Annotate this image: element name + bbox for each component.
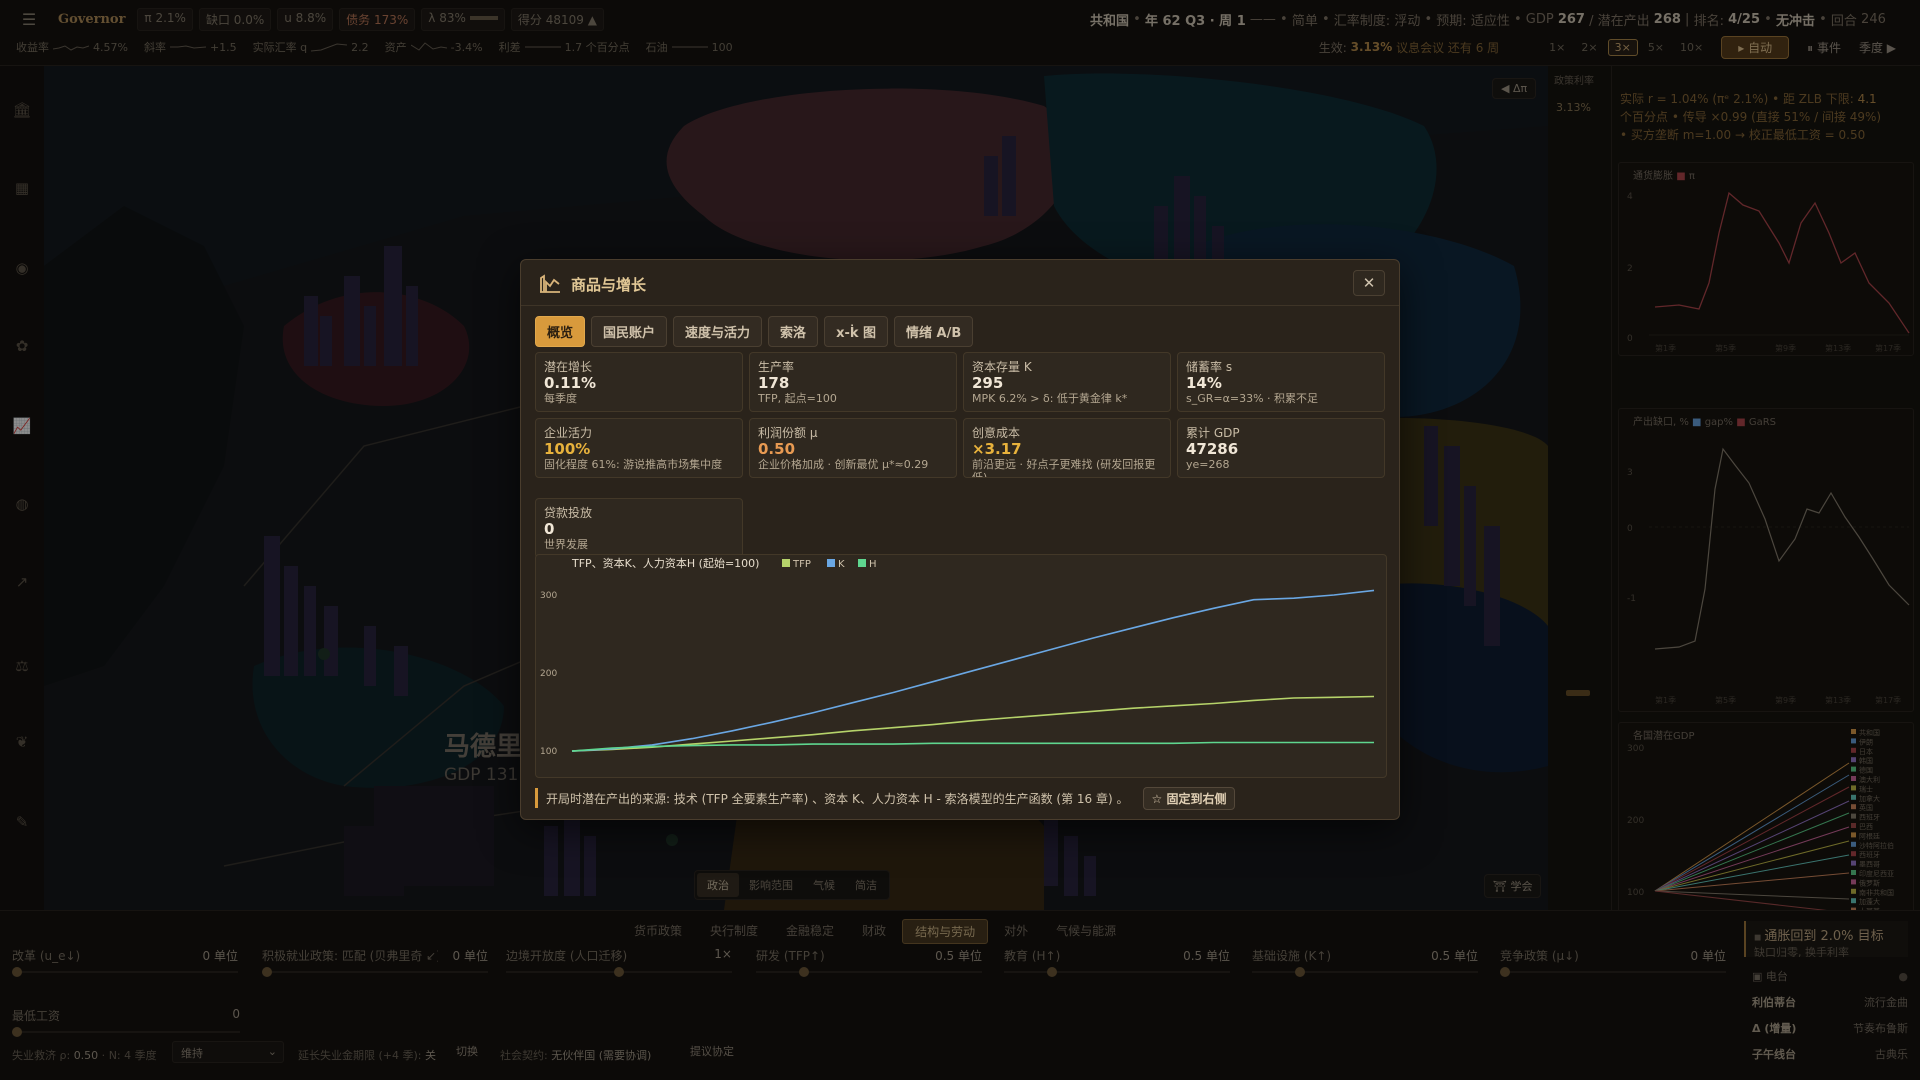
metric-card: 创意成本 ×3.17 前沿更远 · 好点子更难找 (研发回报更低) [963,418,1171,478]
metric-value: 0.50 [758,440,796,458]
y-tick-label: 100 [540,747,557,757]
y-tick-label: 300 [540,591,557,601]
modal-title: 商品与增长 [571,276,647,294]
legend-swatch-k [827,559,835,567]
legend-label-tfp: TFP [792,559,811,570]
metric-label: 储蓄率 s [1186,360,1233,374]
metric-label: 创意成本 [972,426,1021,440]
metric-card: 生产率 178 TFP, 起点=100 [749,352,957,412]
metric-value: 14% [1186,374,1222,392]
growth-factors-plot: TFP、资本K、人力资本H (起始=100) TFP K H 100 200 300 [540,556,1375,757]
metric-sub: 每季度 [544,392,577,405]
metric-sub: s_GR=α=33% · 积累不足 [1186,392,1319,405]
pin-right-button[interactable]: ☆ 固定到右侧 [1142,786,1236,810]
metric-card: 贷款投放 0 世界发展 [535,498,743,558]
modal-tabs: 概览 国民账户 速度与活力 索洛 x-k̇ 图情绪 A/B [535,316,979,347]
legend-swatch-tfp [782,559,790,567]
modal-header: 商品与增长 ✕ [521,260,1399,306]
metric-sub: 世界发展 [544,538,588,551]
metric-label: 生产率 [758,360,795,374]
y-tick-label: 200 [540,669,557,679]
metric-value: 178 [758,374,790,392]
close-icon[interactable]: ✕ [1353,270,1385,296]
metric-sub: 企业价格加成 · 创新最优 μ*≈0.29 [758,458,929,471]
metric-sub: 固化程度 61%: 游说推高市场集中度 [544,458,723,471]
metric-label: 企业活力 [544,426,593,440]
factory-chart-icon [539,272,561,294]
growth-factors-chart: TFP、资本K、人力资本H (起始=100) TFP K H 100 200 300 [535,554,1387,778]
metric-card: 利润份额 μ 0.50 企业价格加成 · 创新最优 μ*≈0.29 [749,418,957,478]
metric-card: 潜在增长 0.11% 每季度 [535,352,743,412]
metric-label: 贷款投放 [544,506,593,520]
metric-label: 资本存量 K [972,360,1032,374]
metric-value: 100% [544,440,591,458]
metric-value: 47286 [1186,440,1239,458]
metric-value: ×3.17 [972,440,1022,458]
metric-card: 资本存量 K 295 MPK 6.2% > δ: 低于黄金律 k* [963,352,1171,412]
metric-value: 295 [972,374,1004,392]
metric-label: 利润份额 μ [758,426,818,440]
metric-sub: ye=268 [1186,458,1230,471]
chart-series [571,589,1375,752]
metric-sub: TFP, 起点=100 [758,392,837,405]
modal-tab[interactable]: 索洛 [768,316,819,347]
series-line-k [571,589,1375,752]
modal-tab[interactable]: 国民账户 [591,316,668,347]
metric-card: 企业活力 100% 固化程度 61%: 游说推高市场集中度 [535,418,743,478]
modal-tab[interactable]: 情绪 A/B [894,316,974,347]
modal-tab[interactable]: 速度与活力 [673,316,763,347]
app-root: ☰ Governor π 2.1% 缺口 0.0% u 8.8% 债务 173% λ 8… [0,0,1920,1080]
metric-value: 0.11% [544,374,597,392]
modal-footer: 开局时潜在产出的来源: 技术 (TFP 全要素生产率) 、资本 K、人力资本 H… [535,786,1387,810]
metric-label: 潜在增长 [544,360,593,374]
metric-label: 累计 GDP [1186,426,1240,440]
chart-y-axis: 100 200 300 [540,591,557,757]
chart-title: TFP、资本K、人力资本H (起始=100) [571,556,759,570]
chart-legend: TFP K H [782,559,877,570]
modal-tab[interactable]: x-k̇ 图 [824,316,889,347]
metric-value: 0 [544,520,555,538]
metric-sub: MPK 6.2% > δ: 低于黄金律 k* [972,392,1128,405]
footer-note: 开局时潜在产出的来源: 技术 (TFP 全要素生产率) 、资本 K、人力资本 H… [546,791,1129,806]
goods-growth-modal: 商品与增长 ✕ 概览 国民账户 速度与活力 索洛 x-k̇ 图情绪 A/B 潜在增长 0.… [520,259,1400,820]
metric-sub: 前沿更远 · 好点子更难找 (研发回报更低) [972,458,1156,478]
legend-label-k: K [838,559,845,570]
metric-card: 储蓄率 s 14% s_GR=α=33% · 积累不足 [1177,352,1385,412]
metric-card: 累计 GDP 47286 ye=268 [1177,418,1385,478]
modal-tab[interactable]: 概览 [535,316,586,347]
legend-swatch-h [858,559,866,567]
legend-label-h: H [869,559,877,570]
